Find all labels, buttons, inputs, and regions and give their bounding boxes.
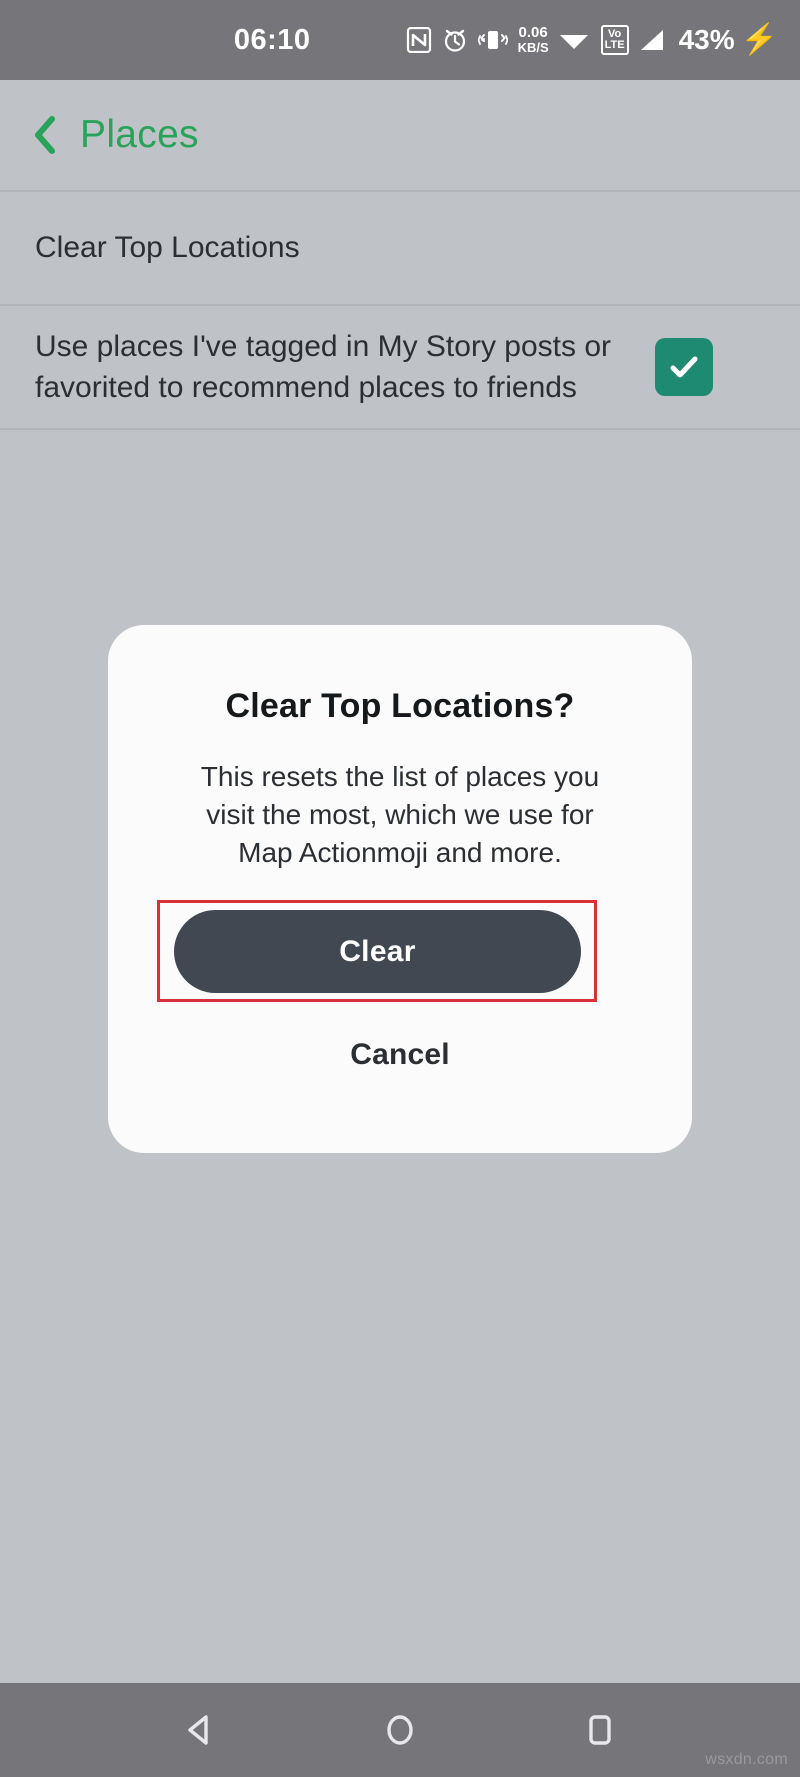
home-nav-button[interactable]	[364, 1694, 436, 1766]
watermark: wsxdn.com	[705, 1751, 788, 1768]
check-icon	[670, 356, 698, 378]
status-clock: 06:10	[233, 23, 311, 56]
settings-row-label: Clear Top Locations	[35, 231, 300, 264]
back-nav-button[interactable]	[164, 1694, 236, 1766]
wifi-icon	[558, 27, 590, 53]
status-bar: 06:10 0.06 KB/S Vo LTE 43% ⚡	[0, 0, 800, 80]
volte-icon: Vo LTE	[600, 25, 629, 55]
system-navigation-bar	[0, 1683, 800, 1777]
phone-screen: 06:10 0.06 KB/S Vo LTE 43% ⚡ Places Clea…	[0, 0, 800, 1777]
vibrate-icon	[477, 27, 508, 53]
cellular-signal-icon	[638, 27, 666, 53]
data-rate-unit: KB/S	[517, 40, 549, 55]
divider-under-rows	[0, 428, 800, 430]
back-chevron-icon[interactable]	[28, 113, 62, 157]
app-header: Places	[0, 80, 800, 190]
settings-row-use-tagged-places[interactable]: Use places I've tagged in My Story posts…	[0, 306, 800, 428]
data-rate-value: 0.06	[518, 24, 548, 41]
page-title: Places	[80, 113, 199, 156]
battery-percent: 43%	[678, 24, 735, 55]
volte-bottom: LTE	[604, 39, 625, 51]
data-rate-indicator: 0.06 KB/S	[518, 25, 549, 55]
use-tagged-places-checkbox[interactable]	[655, 338, 713, 396]
clear-button[interactable]: Clear	[174, 910, 581, 993]
dialog-body-text: This resets the list of places you visit…	[200, 761, 600, 868]
clear-top-locations-dialog: Clear Top Locations? This resets the lis…	[108, 625, 692, 1153]
recents-nav-button[interactable]	[564, 1694, 636, 1766]
cancel-button[interactable]: Cancel	[108, 1020, 692, 1090]
settings-row-label: Use places I've tagged in My Story posts…	[35, 330, 611, 404]
alarm-icon	[441, 26, 469, 54]
charging-bolt-icon: ⚡	[740, 23, 778, 56]
settings-row-clear-top-locations[interactable]: Clear Top Locations	[0, 192, 800, 304]
nfc-icon	[406, 27, 432, 53]
dialog-title: Clear Top Locations?	[225, 687, 575, 725]
